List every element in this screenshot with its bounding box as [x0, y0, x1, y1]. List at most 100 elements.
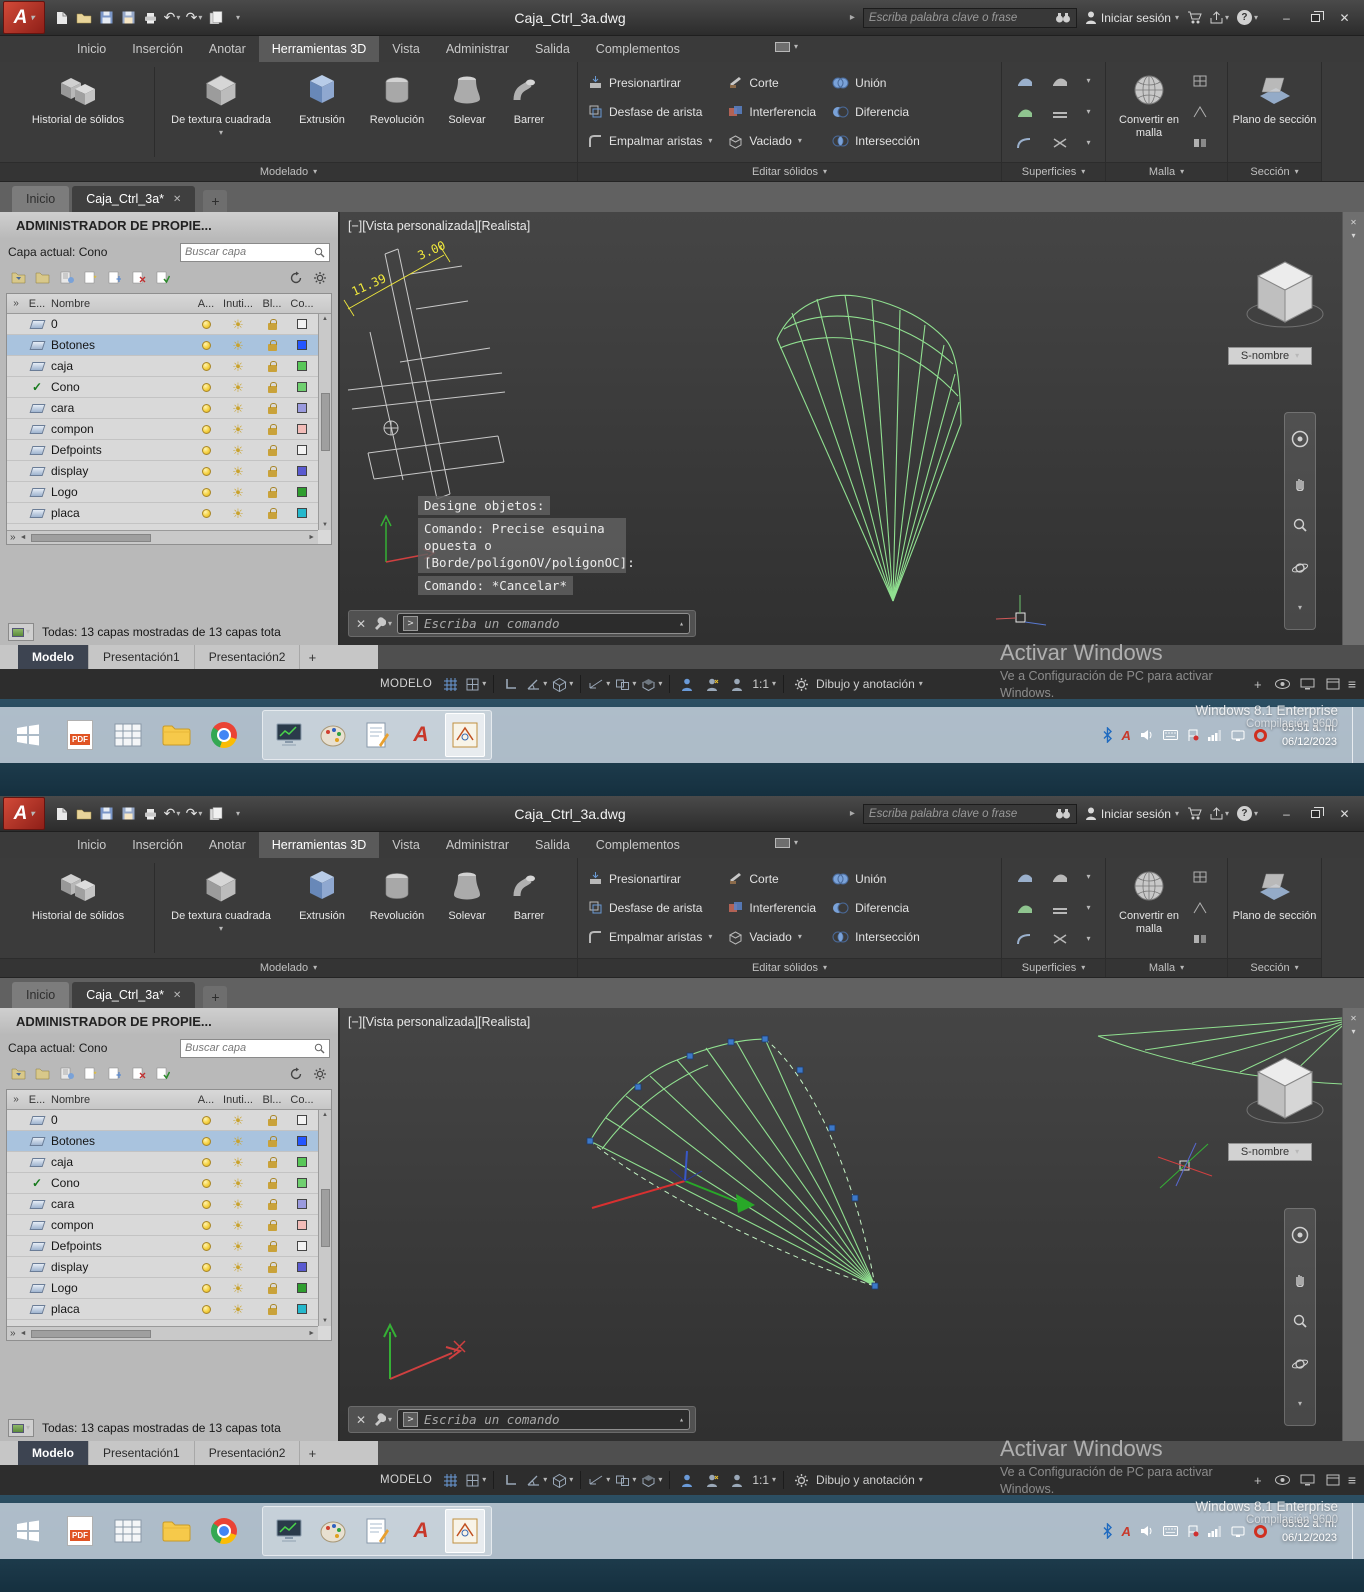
- recent-commands-icon[interactable]: ▴: [679, 619, 684, 628]
- minimize-button[interactable]: –: [1272, 803, 1301, 824]
- customization-menu-icon[interactable]: ≡: [1348, 676, 1356, 692]
- layer-on-icon[interactable]: [201, 1178, 211, 1188]
- workspace-switcher[interactable]: Dibujo y anotación ▾: [816, 677, 923, 691]
- refresh-icon[interactable]: [287, 269, 304, 286]
- layer-color-swatch[interactable]: [297, 1241, 307, 1251]
- workspace-switcher[interactable]: Dibujo y anotación ▾: [816, 1473, 923, 1487]
- customize-wrench-icon[interactable]: ▾: [373, 617, 392, 630]
- orbit-icon[interactable]: [1291, 559, 1309, 577]
- layer-row[interactable]: 0 ☀: [7, 314, 331, 335]
- layer-color-swatch[interactable]: [297, 1220, 307, 1230]
- layer-row[interactable]: display ☀: [7, 461, 331, 482]
- layer-on-icon[interactable]: [201, 487, 211, 497]
- layer-color-swatch[interactable]: [297, 424, 307, 434]
- surface-network-button[interactable]: [1016, 870, 1034, 884]
- notepad-app-button[interactable]: [357, 713, 397, 757]
- restore-button[interactable]: [1301, 7, 1330, 28]
- slice-button[interactable]: Corte: [728, 871, 816, 886]
- new-file-button[interactable]: [53, 803, 71, 825]
- tab-inicio[interactable]: Inicio: [64, 832, 119, 858]
- layer-list-horizontal-scrollbar[interactable]: » ◄ ►: [7, 1326, 318, 1340]
- tab-presentacion2[interactable]: Presentación2: [195, 645, 301, 669]
- interference-button[interactable]: Interferencia: [728, 104, 816, 119]
- scroll-right-icon[interactable]: ►: [308, 534, 315, 541]
- share-icon[interactable]: ▾: [1210, 807, 1229, 820]
- volume-icon[interactable]: [1140, 1525, 1154, 1537]
- object-snap-toggle[interactable]: ▾: [615, 1469, 636, 1491]
- extrude-button[interactable]: Extrusión: [285, 62, 359, 162]
- pdf-app-button[interactable]: PDF: [58, 1507, 102, 1555]
- pan-hand-icon[interactable]: [1292, 1271, 1308, 1287]
- polar-tracking-toggle[interactable]: ▾: [526, 673, 547, 695]
- ucs-name-dropdown[interactable]: S-nombre ▾: [1228, 1143, 1312, 1161]
- close-icon[interactable]: ✕: [354, 1413, 368, 1427]
- new-layer-frozen-button[interactable]: [106, 269, 123, 286]
- paint-app-button[interactable]: [313, 713, 353, 757]
- minimize-button[interactable]: –: [1272, 7, 1301, 28]
- layer-row[interactable]: compon ☀: [7, 1215, 331, 1236]
- display-device-icon[interactable]: [1231, 1526, 1245, 1537]
- union-button[interactable]: Unión: [832, 872, 920, 886]
- surface-patch-button[interactable]: [1016, 105, 1034, 119]
- intersect-button[interactable]: Intersección: [832, 930, 920, 944]
- layer-row[interactable]: cara ☀: [7, 1194, 331, 1215]
- surface-network-button[interactable]: [1016, 74, 1034, 88]
- layer-lock-icon[interactable]: [267, 1177, 277, 1189]
- share-icon[interactable]: ▾: [1210, 11, 1229, 24]
- section-plane-button[interactable]: Plano de sección: [1231, 62, 1319, 162]
- panel-editar-footer[interactable]: Editar sólidos ▾: [578, 162, 1001, 181]
- batch-plot-button[interactable]: [207, 7, 225, 29]
- snap-toggle[interactable]: ▾: [465, 673, 486, 695]
- layer-list-header[interactable]: » E... Nombre A... Inuti... Bl... Co...: [7, 294, 331, 314]
- application-menu-button[interactable]: A ▾: [3, 797, 45, 830]
- tab-salida[interactable]: Salida: [522, 832, 583, 858]
- layer-states-button[interactable]: [58, 1065, 75, 1082]
- annotation-scale-button[interactable]: 1:1 ▾: [752, 677, 776, 691]
- surface-fillet-button[interactable]: [1016, 932, 1034, 946]
- layer-on-icon[interactable]: [201, 1115, 211, 1125]
- layer-on-icon[interactable]: [201, 1262, 211, 1272]
- command-line-bar[interactable]: ✕ ▾ > Escriba un comando ▴: [348, 1406, 696, 1433]
- open-file-button[interactable]: [75, 7, 93, 29]
- annotation-monitor-icon[interactable]: [727, 1469, 747, 1491]
- mesh-crease-button[interactable]: [1192, 901, 1208, 915]
- navbar-menu-icon[interactable]: ▾: [1298, 603, 1302, 612]
- tab-insercion[interactable]: Inserción: [119, 832, 196, 858]
- selection-grips[interactable]: [586, 1035, 879, 1290]
- network-signal-icon[interactable]: [1207, 1525, 1222, 1537]
- layer-row-current[interactable]: ✓ Cono ☀: [7, 377, 331, 398]
- autoscale-icon[interactable]: [702, 673, 722, 695]
- fillet-edge-button[interactable]: Empalmar aristas ▾: [588, 930, 712, 945]
- panel-seccion-footer[interactable]: Sección ▾: [1228, 162, 1321, 181]
- new-layout-button[interactable]: +: [300, 1441, 324, 1465]
- new-group-filter-button[interactable]: [34, 1065, 51, 1082]
- tab-complementos[interactable]: Complementos: [583, 36, 693, 62]
- surface-fillet-button[interactable]: [1016, 136, 1034, 150]
- collapse-chevrons-icon[interactable]: »: [7, 298, 25, 309]
- layer-row[interactable]: compon ☀: [7, 419, 331, 440]
- tab-modelo[interactable]: Modelo: [18, 1441, 89, 1465]
- palette-dock-strip[interactable]: ✕ ▾: [1342, 1008, 1364, 1441]
- new-layer-frozen-button[interactable]: [106, 1065, 123, 1082]
- layer-color-swatch[interactable]: [297, 382, 307, 392]
- layer-color-swatch[interactable]: [297, 403, 307, 413]
- object-snap-toggle[interactable]: ▾: [615, 673, 636, 695]
- layer-lock-icon[interactable]: [267, 486, 277, 498]
- shell-button[interactable]: Vaciado ▾: [728, 930, 816, 945]
- help-search-input[interactable]: Escriba palabra clave o frase: [862, 7, 1077, 28]
- layer-color-swatch[interactable]: [297, 361, 307, 371]
- ucs-name-dropdown[interactable]: S-nombre ▾: [1228, 347, 1312, 365]
- panel-modelado-footer[interactable]: Modelado ▾: [0, 958, 577, 977]
- new-layer-button[interactable]: [82, 269, 99, 286]
- dwg-window-button[interactable]: [445, 1509, 485, 1553]
- ribbon-display-toggle[interactable]: ▾: [775, 838, 798, 848]
- panel-malla-footer[interactable]: Malla ▾: [1106, 958, 1227, 977]
- tab-salida[interactable]: Salida: [522, 36, 583, 62]
- extrude-button[interactable]: Extrusión: [285, 858, 359, 958]
- subtract-button[interactable]: Diferencia: [832, 105, 920, 119]
- annotation-visibility-icon[interactable]: [677, 673, 697, 695]
- layer-row[interactable]: placa ☀: [7, 503, 331, 524]
- plot-button[interactable]: [141, 7, 159, 29]
- polar-tracking-toggle[interactable]: ▾: [526, 1469, 547, 1491]
- mesh-crease-button[interactable]: [1192, 105, 1208, 119]
